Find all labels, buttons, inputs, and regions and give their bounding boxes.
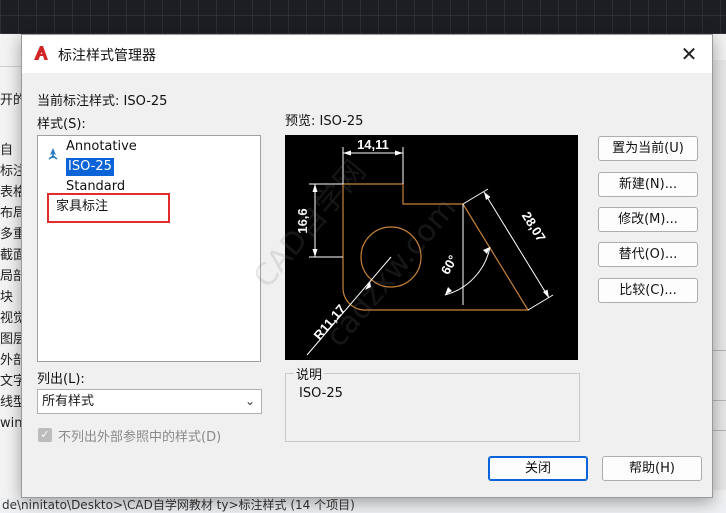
close-icon[interactable]: ✕ — [674, 39, 704, 69]
annotative-icon — [48, 148, 58, 160]
dim-top-text: 14,11 — [357, 137, 389, 152]
drawing-grid — [0, 0, 726, 34]
exclude-xref-label: 不列出外部参照中的样式(D) — [58, 430, 222, 445]
title-bar: 标注样式管理器 ✕ — [22, 35, 712, 73]
styles-label: 样式(S): — [37, 117, 86, 132]
background-right-panel — [711, 60, 726, 490]
divider — [711, 350, 726, 351]
background-item: 局部 — [0, 269, 22, 284]
extension-line — [462, 188, 489, 205]
background-item: 线型 — [0, 395, 22, 410]
background-item: 外部 — [0, 353, 22, 368]
modify-style-button[interactable]: 修改(M)... — [598, 207, 698, 232]
background-item: 表格 — [0, 185, 22, 200]
background-item: 块 — [0, 290, 14, 305]
background-item: 图层 — [0, 332, 22, 347]
compare-style-button[interactable]: 比较(C)... — [598, 278, 698, 303]
status-path: de\ninitato\Deskto>\CAD自学网教材 ty>标注样式 (14… — [0, 498, 726, 513]
list-filter-select[interactable]: 所有样式 ⌄ — [37, 389, 262, 414]
background-item: 多重 — [0, 227, 22, 242]
divider — [711, 430, 726, 431]
help-button[interactable]: 帮助(H) — [602, 456, 702, 481]
dimension-style-manager-dialog: 标注样式管理器 ✕ 当前标注样式: ISO-25 样式(S): Annotati… — [21, 34, 713, 498]
autocad-logo-icon — [34, 46, 48, 60]
background-item: 文字 — [0, 374, 22, 389]
divider — [0, 66, 22, 67]
background-item: 视觉 — [0, 311, 22, 326]
set-current-button[interactable]: 置为当前(U) — [598, 136, 698, 161]
dimension-line — [483, 191, 550, 299]
chevron-down-icon: ⌄ — [244, 394, 255, 408]
dialog-title: 标注样式管理器 — [58, 48, 156, 64]
background-item: 自 — [0, 143, 14, 158]
current-style-label: 当前标注样式: ISO-25 — [37, 90, 167, 109]
list-label: 列出(L): — [37, 372, 85, 387]
current-style-value: ISO-25 — [123, 94, 168, 109]
override-style-button[interactable]: 替代(O)... — [598, 242, 698, 267]
preview-label: 预览: ISO-25 — [285, 110, 363, 129]
new-style-button[interactable]: 新建(N)... — [598, 172, 698, 197]
style-item-annotative[interactable]: Annotative — [66, 138, 137, 156]
dim-diagonal-text: 28,07 — [519, 209, 549, 245]
background-item: win — [0, 416, 22, 431]
divider — [711, 400, 726, 401]
background-item: 截面 — [0, 248, 22, 263]
background-item: 标注 — [0, 164, 22, 179]
current-style-label-text: 当前标注样式: — [37, 94, 120, 109]
background-item: 布局 — [0, 206, 22, 221]
extension-line — [527, 294, 554, 311]
styles-listbox[interactable]: Annotative ISO-25 Standard 家具标注 — [37, 135, 261, 362]
background-panel-list: 开的 自 标注 表格 布局 多重 截面 局部 块 视觉 图层 外部 文字 线型 … — [0, 93, 26, 434]
description-group — [285, 373, 580, 442]
highlight-box — [47, 193, 170, 223]
list-filter-value: 所有样式 — [42, 394, 95, 409]
description-text: ISO-25 — [299, 386, 343, 401]
description-legend: 说明 — [294, 364, 325, 383]
exclude-xref-checkbox[interactable]: ✓ — [38, 428, 52, 442]
preview-style-name: ISO-25 — [319, 114, 364, 129]
style-item-iso-25[interactable]: ISO-25 — [66, 158, 114, 176]
close-button[interactable]: 关闭 — [488, 456, 588, 481]
preview-label-text: 预览: — [285, 114, 316, 129]
dim-angle-text: 60° — [438, 252, 461, 277]
